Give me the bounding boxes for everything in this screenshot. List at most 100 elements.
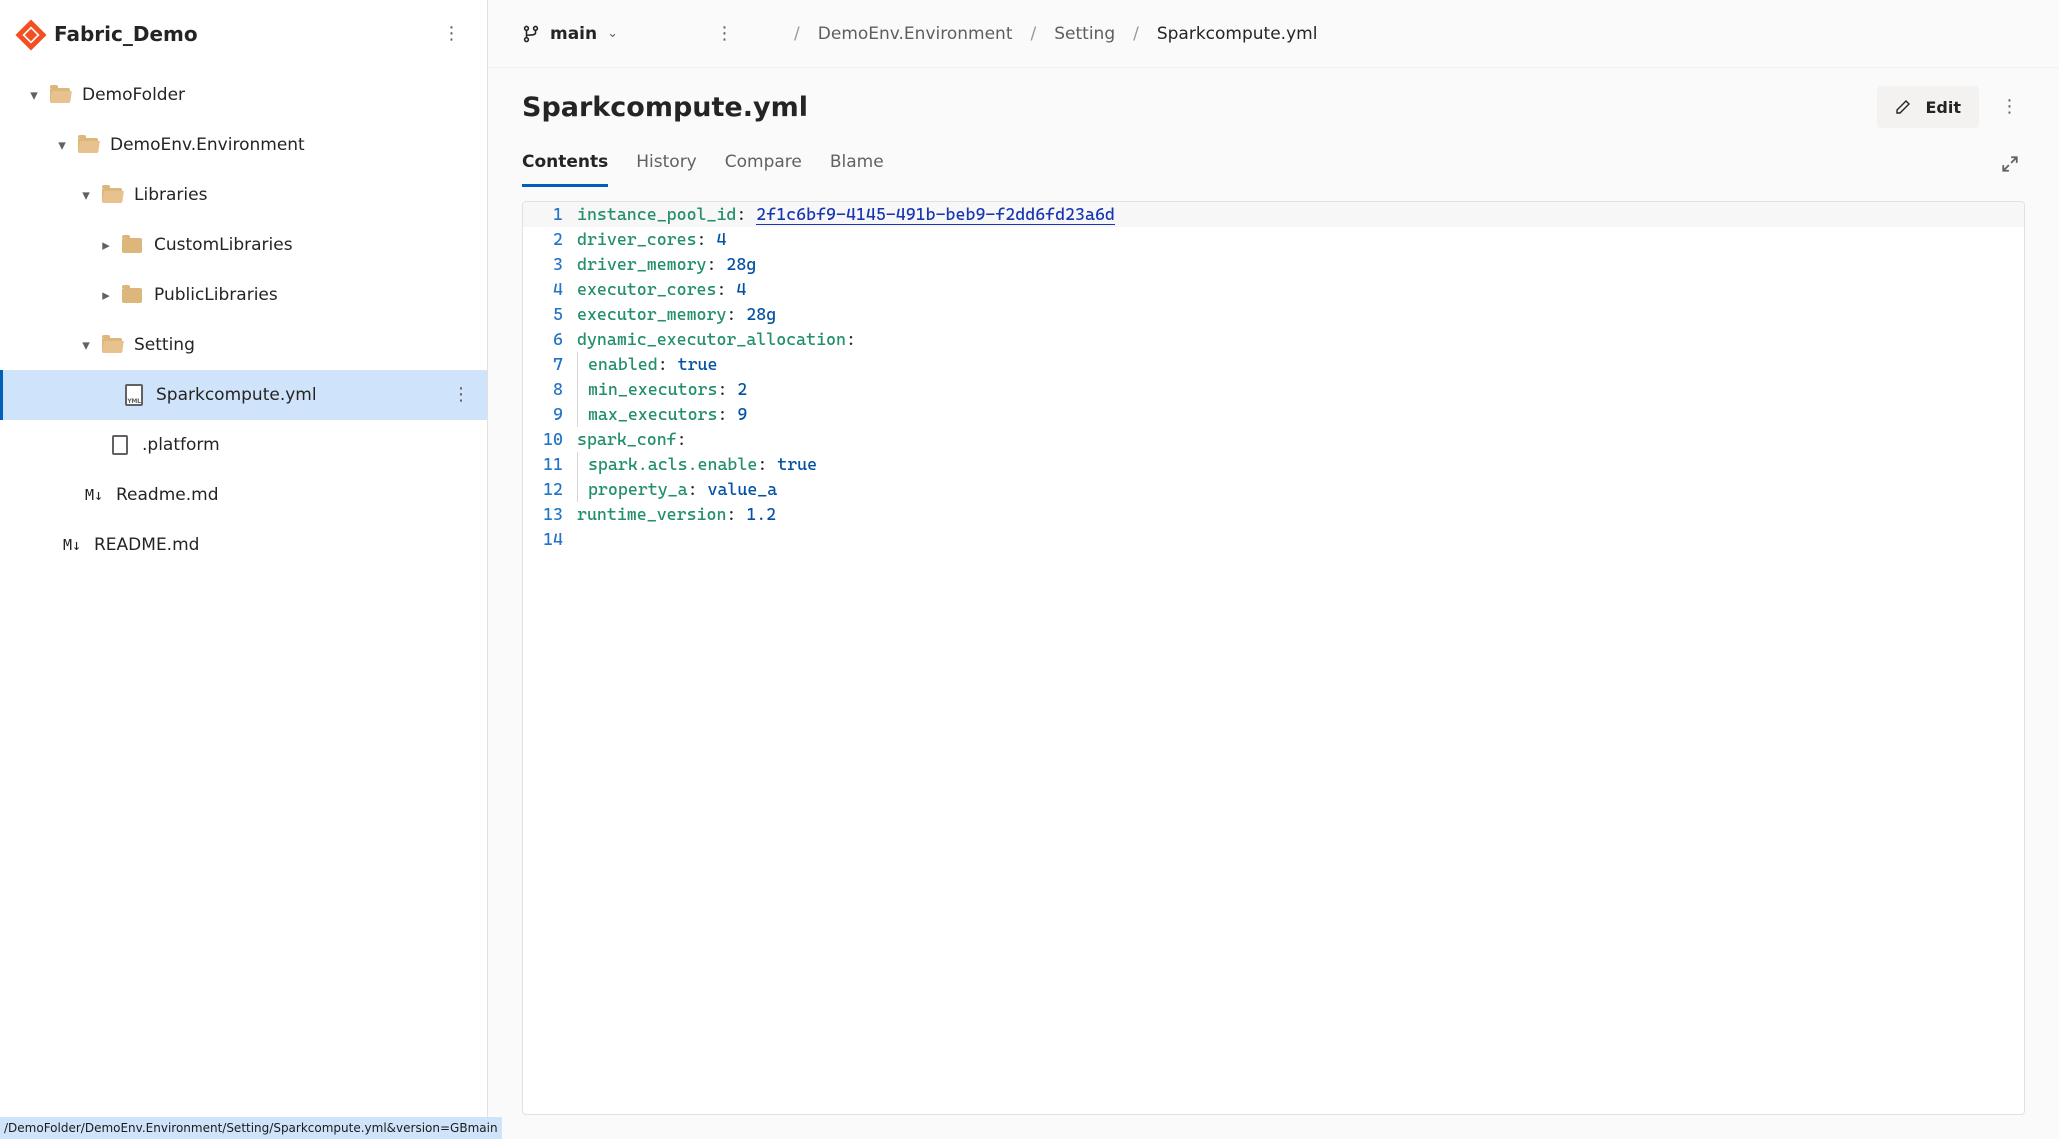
code-viewer[interactable]: 1instance_pool_id: 2f1c6bf9-4145-491b-be… <box>522 201 2025 1115</box>
code-text: spark_conf: <box>577 427 687 452</box>
line-number: 12 <box>523 477 577 502</box>
tree-row-platform[interactable]: .platform <box>0 420 487 470</box>
markdown-icon: M↓ <box>60 533 84 557</box>
breadcrumb-sep: / <box>1133 24 1139 44</box>
tree-label: DemoFolder <box>82 85 185 105</box>
tab-history[interactable]: History <box>636 144 696 187</box>
code-text: min_executors: 2 <box>577 377 747 402</box>
tree-label: CustomLibraries <box>154 235 293 255</box>
line-number: 8 <box>523 377 577 402</box>
code-text: max_executors: 9 <box>577 402 747 427</box>
chevron-right-icon <box>96 236 116 254</box>
chevron-down-icon <box>76 336 96 354</box>
folder-icon <box>120 233 144 257</box>
breadcrumb-seg[interactable]: Setting <box>1054 24 1115 44</box>
tree-label: .platform <box>142 435 220 455</box>
tree-row-setting[interactable]: Setting <box>0 320 487 370</box>
line-number: 3 <box>523 252 577 277</box>
code-container: 1instance_pool_id: 2f1c6bf9-4145-491b-be… <box>488 187 2059 1139</box>
line-number: 10 <box>523 427 577 452</box>
tree-label: Setting <box>134 335 195 355</box>
top-bar: main ⌄ ⋮ / DemoEnv.Environment / Setting… <box>488 0 2059 68</box>
code-text: driver_memory: 28g <box>577 252 756 277</box>
chevron-down-icon <box>24 86 44 104</box>
chevron-down-icon <box>76 186 96 204</box>
folder-icon <box>120 283 144 307</box>
branch-name: main <box>550 24 597 44</box>
code-text: instance_pool_id: 2f1c6bf9-4145-491b-beb… <box>577 202 1115 227</box>
tab-contents[interactable]: Contents <box>522 144 608 187</box>
branch-icon <box>522 25 540 43</box>
code-text: runtime_version: 1.2 <box>577 502 776 527</box>
code-line: 11 spark.acls.enable: true <box>523 452 2024 477</box>
breadcrumb-sep: / <box>794 24 800 44</box>
code-line: 10spark_conf: <box>523 427 2024 452</box>
file-title: Sparkcompute.yml <box>522 92 1877 123</box>
line-number: 9 <box>523 402 577 427</box>
status-bar-url: /DemoFolder/DemoEnv.Environment/Setting/… <box>0 1117 502 1139</box>
tree-row-sparkcompute[interactable]: Sparkcompute.yml ⋮ <box>0 370 487 420</box>
folder-icon <box>100 333 124 357</box>
code-line: 5executor_memory: 28g <box>523 302 2024 327</box>
sidebar-header: Fabric_Demo ⋮ <box>0 0 487 68</box>
repo-title: Fabric_Demo <box>54 22 435 46</box>
breadcrumb-seg[interactable]: DemoEnv.Environment <box>818 24 1013 44</box>
tree-row-demofolder[interactable]: DemoFolder <box>0 70 487 120</box>
chevron-right-icon <box>96 286 116 304</box>
more-vertical-icon: ⋮ <box>2001 98 2018 116</box>
line-number: 13 <box>523 502 577 527</box>
line-number: 1 <box>523 202 577 227</box>
code-text: spark.acls.enable: true <box>577 452 817 477</box>
edit-label: Edit <box>1925 98 1961 117</box>
line-number: 4 <box>523 277 577 302</box>
code-line: 12 property_a: value_a <box>523 477 2024 502</box>
folder-icon <box>48 83 72 107</box>
line-number: 2 <box>523 227 577 252</box>
line-number: 14 <box>523 527 577 552</box>
row-more-button[interactable]: ⋮ <box>452 386 469 404</box>
file-tabs: Contents History Compare Blame <box>488 128 2059 187</box>
more-vertical-icon: ⋮ <box>443 25 460 43</box>
tree-label: Sparkcompute.yml <box>156 385 317 405</box>
tree-row-readme-outer[interactable]: M↓ README.md <box>0 520 487 570</box>
code-text: property_a: value_a <box>577 477 777 502</box>
code-line: 6dynamic_executor_allocation: <box>523 327 2024 352</box>
tree-label: Libraries <box>134 185 207 205</box>
breadcrumb: / DemoEnv.Environment / Setting / Sparkc… <box>776 24 1317 44</box>
file-more-button[interactable]: ⋮ <box>1993 91 2025 123</box>
tree-label: README.md <box>94 535 199 555</box>
pencil-icon <box>1895 99 1911 115</box>
code-line: 7 enabled: true <box>523 352 2024 377</box>
code-line: 13runtime_version: 1.2 <box>523 502 2024 527</box>
line-number: 7 <box>523 352 577 377</box>
breadcrumb-sep: / <box>1031 24 1037 44</box>
yml-file-icon <box>122 383 146 407</box>
tree-row-customlibraries[interactable]: CustomLibraries <box>0 220 487 270</box>
tree-row-libraries[interactable]: Libraries <box>0 170 487 220</box>
markdown-icon: M↓ <box>82 483 106 507</box>
tree-label: PublicLibraries <box>154 285 278 305</box>
tree-row-publiclibraries[interactable]: PublicLibraries <box>0 270 487 320</box>
tab-blame[interactable]: Blame <box>830 144 884 187</box>
expand-button[interactable] <box>1995 149 2025 183</box>
file-tree: DemoFolder DemoEnv.Environment Libraries… <box>0 68 487 1139</box>
tree-row-readme-inner[interactable]: M↓ Readme.md <box>0 470 487 520</box>
main: main ⌄ ⋮ / DemoEnv.Environment / Setting… <box>488 0 2059 1139</box>
chevron-down-icon: ⌄ <box>607 26 618 41</box>
tree-row-demoenv[interactable]: DemoEnv.Environment <box>0 120 487 170</box>
branch-selector[interactable]: main ⌄ <box>522 24 618 44</box>
tree-label: Readme.md <box>116 485 219 505</box>
edit-button[interactable]: Edit <box>1877 86 1979 128</box>
code-text: enabled: true <box>577 352 717 377</box>
sidebar-more-button[interactable]: ⋮ <box>435 18 467 50</box>
code-text: executor_cores: 4 <box>577 277 746 302</box>
code-line: 2driver_cores: 4 <box>523 227 2024 252</box>
code-line: 9 max_executors: 9 <box>523 402 2024 427</box>
code-line: 3driver_memory: 28g <box>523 252 2024 277</box>
branch-more-button[interactable]: ⋮ <box>708 18 740 50</box>
line-number: 11 <box>523 452 577 477</box>
file-icon <box>108 433 132 457</box>
tab-compare[interactable]: Compare <box>725 144 802 187</box>
breadcrumb-seg-current: Sparkcompute.yml <box>1157 24 1318 44</box>
code-line: 1instance_pool_id: 2f1c6bf9-4145-491b-be… <box>523 202 2024 227</box>
